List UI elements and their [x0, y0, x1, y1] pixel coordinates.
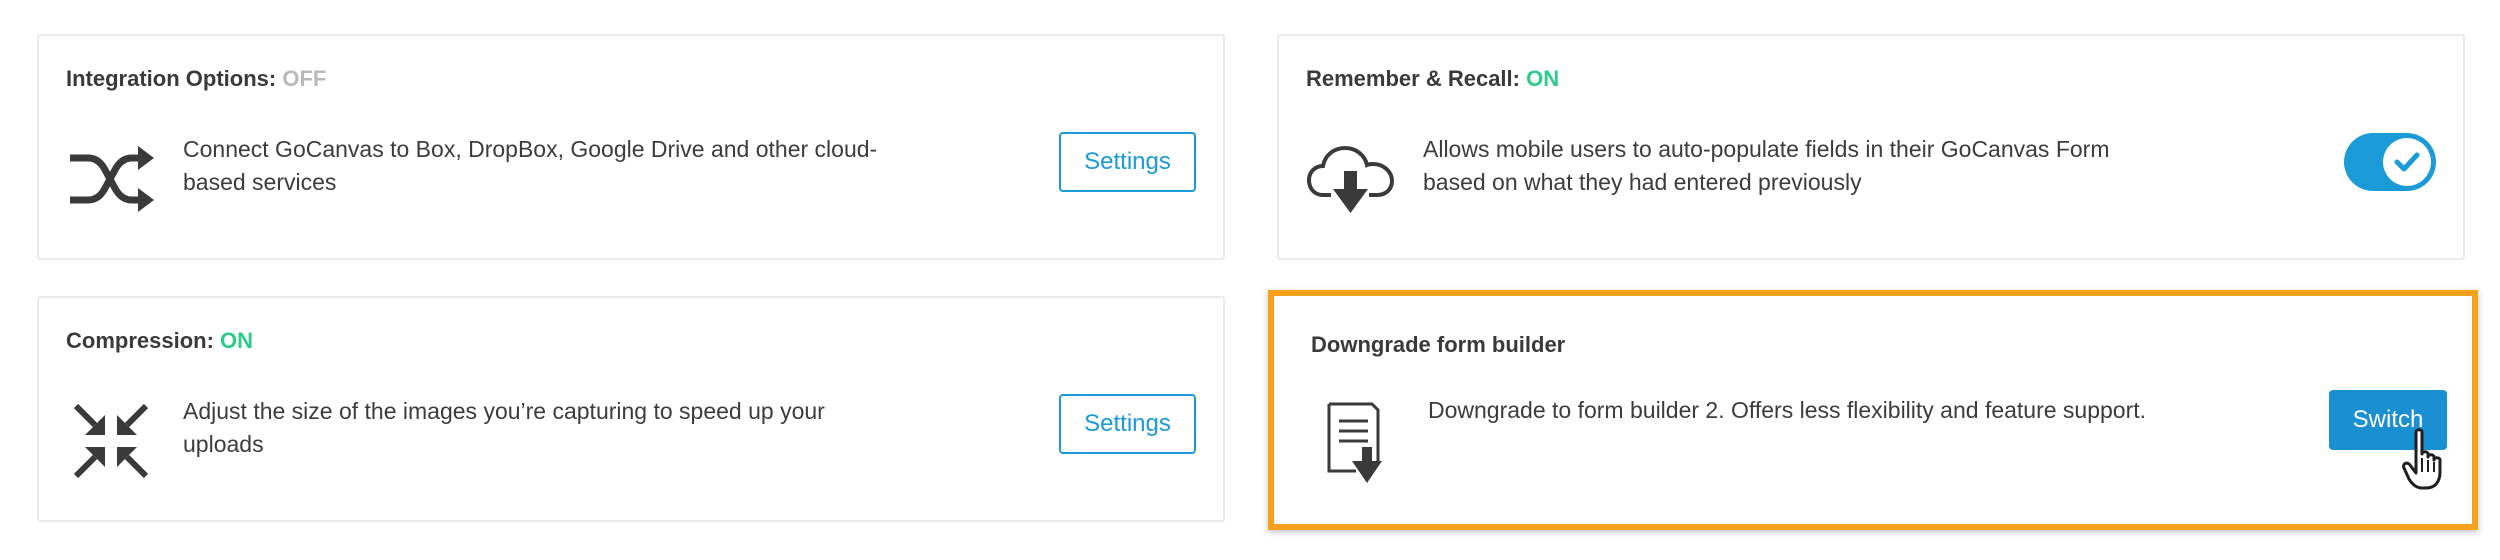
- compression-card: Compression: ON Adjust the size of the i…: [37, 296, 1225, 522]
- hand-pointer-cursor-icon: [2402, 428, 2456, 492]
- downgrade-title: Downgrade form builder: [1311, 332, 1566, 357]
- remember-recall-label: Remember & Recall:: [1306, 66, 1520, 91]
- compression-status: ON: [220, 328, 254, 353]
- downgrade-description: Downgrade to form builder 2. Offers less…: [1428, 397, 2147, 423]
- compression-label: Compression:: [66, 328, 214, 353]
- checkmark-icon: [2394, 152, 2420, 172]
- integration-options-status: OFF: [282, 66, 327, 91]
- cloud-download-icon: [1306, 134, 1396, 224]
- remember-recall-card: Remember & Recall: ON Allows mobile user…: [1277, 34, 2465, 260]
- compression-title: Compression: ON: [66, 328, 253, 354]
- document-download-icon: [1316, 398, 1406, 488]
- remember-recall-status: ON: [1526, 66, 1560, 91]
- integration-settings-button[interactable]: Settings: [1059, 132, 1196, 192]
- integration-options-title: Integration Options: OFF: [66, 66, 326, 92]
- remember-recall-description: Allows mobile users to auto-populate fie…: [1423, 136, 2110, 195]
- downgrade-form-builder-card: Downgrade form builder Downgrade to form…: [1268, 290, 2478, 530]
- toggle-knob: [2383, 138, 2431, 186]
- integration-options-card: Integration Options: OFF Connect GoCanva…: [37, 34, 1225, 260]
- remember-recall-toggle[interactable]: [2344, 133, 2436, 191]
- shuffle-icon: [66, 134, 156, 224]
- compress-icon: [66, 396, 156, 486]
- integration-options-description: Connect GoCanvas to Box, DropBox, Google…: [183, 136, 878, 195]
- compression-settings-button[interactable]: Settings: [1059, 394, 1196, 454]
- compression-description: Adjust the size of the images you’re cap…: [183, 398, 825, 457]
- integration-options-label: Integration Options:: [66, 66, 277, 91]
- remember-recall-title: Remember & Recall: ON: [1306, 66, 1559, 92]
